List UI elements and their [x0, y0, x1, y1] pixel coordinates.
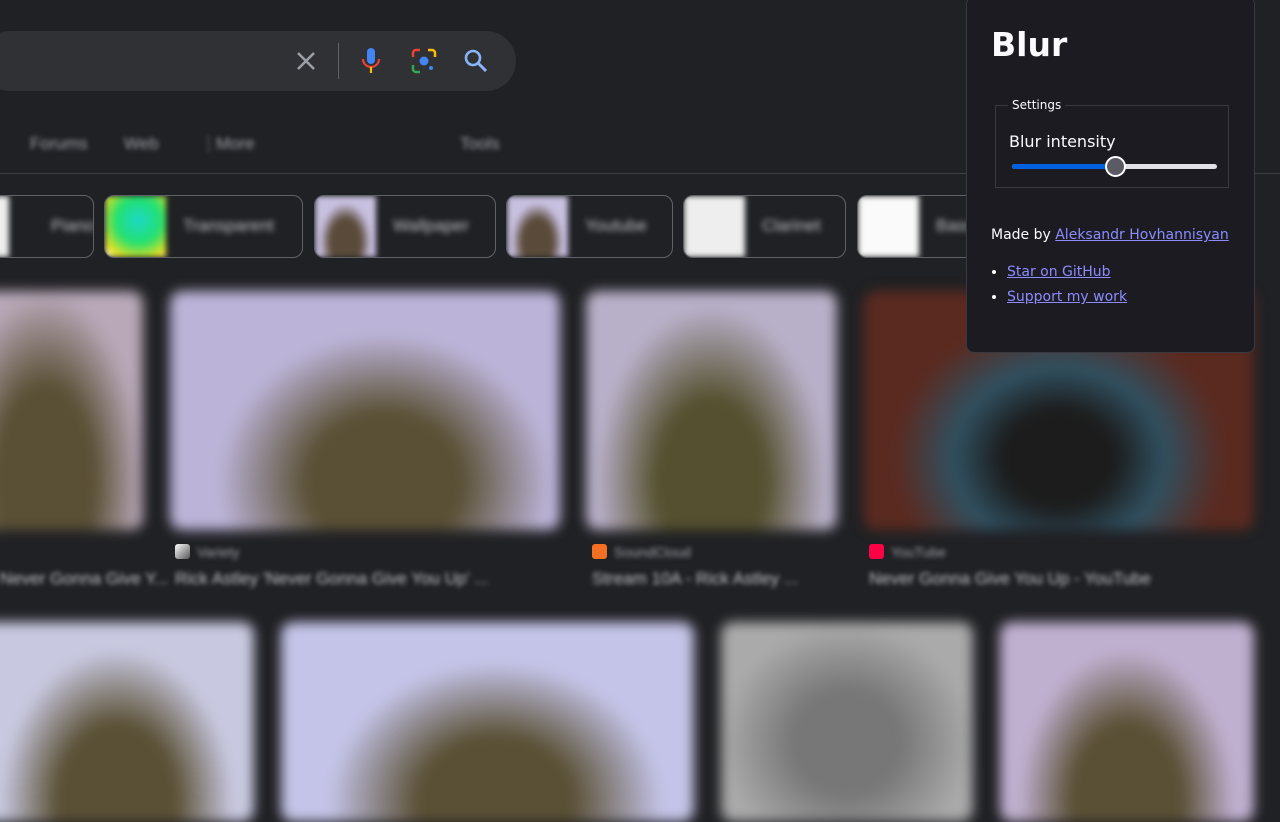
tab-more[interactable]: More [216, 134, 255, 154]
result-image[interactable] [586, 291, 837, 530]
author-link[interactable]: Aleksandr Hovhannisyan [1055, 227, 1229, 243]
divider [338, 43, 339, 79]
chip-youtube[interactable]: Youtube [506, 195, 673, 258]
result-source: YouTube [891, 544, 947, 560]
list-item: Support my work [1007, 289, 1127, 305]
result-source: Variety [197, 544, 240, 560]
result-image[interactable] [1000, 622, 1254, 822]
settings-legend: Settings [1012, 98, 1062, 112]
chip-transparent[interactable]: Transparent [104, 195, 303, 258]
result-image[interactable] [721, 622, 973, 822]
result-source: SoundCloud [614, 544, 692, 560]
result-caption[interactable]: Never Gonna Give You Up - YouTube [869, 569, 1151, 589]
variety-favicon-icon [175, 544, 190, 559]
lens-icon[interactable] [410, 47, 438, 75]
support-link[interactable]: Support my work [1007, 289, 1127, 305]
made-by: Made by Aleksandr Hovhannisyan [991, 227, 1229, 243]
result-caption[interactable]: Rick Astley 'Never Gonna Give You Up' ..… [175, 569, 489, 589]
slider-thumb[interactable] [1104, 156, 1126, 177]
result-caption[interactable]: Never Gonna Give Y... [0, 569, 169, 589]
result-image[interactable] [0, 291, 143, 530]
blur-intensity-slider[interactable] [1012, 156, 1217, 177]
result-image[interactable] [281, 622, 694, 822]
result-image[interactable] [0, 622, 254, 822]
soundcloud-favicon-icon [592, 544, 607, 559]
close-icon[interactable] [292, 47, 320, 75]
star-github-link[interactable]: Star on GitHub [1007, 264, 1111, 280]
mic-icon[interactable] [357, 47, 385, 75]
tab-web[interactable]: Web [124, 134, 159, 154]
blur-extension-popup: Blur Settings Blur intensity Made by Ale… [966, 0, 1255, 353]
blur-intensity-label: Blur intensity [1009, 132, 1116, 151]
tab-forums[interactable]: Forums [30, 134, 88, 154]
made-by-text: Made by [991, 227, 1056, 243]
popup-title: Blur [991, 25, 1068, 64]
result-caption[interactable]: Stream 10A - Rick Astley ... [592, 569, 798, 589]
search-bar[interactable] [0, 31, 516, 91]
list-item: Star on GitHub [1007, 264, 1127, 280]
more-dots-icon: ⋮ [200, 134, 217, 153]
chip-clarinet[interactable]: Clarinet [683, 195, 846, 258]
slider-fill [1012, 164, 1115, 169]
search-icon[interactable] [462, 47, 490, 75]
links-list: Star on GitHub Support my work [1007, 264, 1127, 314]
youtube-favicon-icon [869, 544, 884, 559]
chip-piano[interactable]: Piano [0, 195, 94, 258]
chip-wallpaper[interactable]: Wallpaper [314, 195, 496, 258]
search-tabs: Forums Web ⋮ More Tools [0, 134, 520, 156]
tab-tools[interactable]: Tools [460, 134, 500, 154]
result-image[interactable] [170, 291, 560, 530]
